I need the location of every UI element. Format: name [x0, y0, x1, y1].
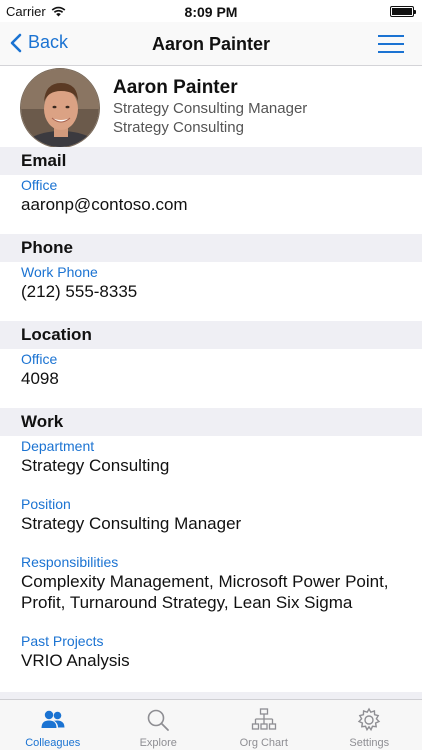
- status-bar: Carrier 8:09 PM: [0, 0, 422, 22]
- location-label: Office: [21, 351, 58, 367]
- status-time: 8:09 PM: [184, 4, 238, 20]
- responsibilities-line-1: Complexity Management, Microsoft Power P…: [21, 572, 389, 591]
- navigation-bar: Back Aaron Painter: [0, 22, 422, 66]
- section-header-phone: Phone: [0, 234, 422, 262]
- past-projects-value: VRIO Analysis: [21, 651, 130, 670]
- department-value: Strategy Consulting: [21, 456, 170, 475]
- search-icon: [147, 709, 170, 731]
- tab-colleagues[interactable]: Colleagues: [0, 700, 106, 750]
- email-value[interactable]: aaronp@contoso.com: [21, 194, 188, 215]
- profile-name: Aaron Painter: [113, 77, 238, 98]
- tab-label: Explore: [139, 737, 177, 749]
- position-label: Position: [21, 496, 71, 512]
- responsibilities-label: Responsibilities: [21, 554, 119, 570]
- org-chart-icon: [251, 708, 276, 730]
- past-projects-label: Past Projects: [21, 633, 104, 649]
- tab-label: Org Chart: [239, 737, 288, 749]
- profile-job-title: Strategy Consulting Manager: [113, 100, 308, 117]
- tab-label: Colleagues: [25, 737, 81, 749]
- menu-icon-bar: [378, 51, 404, 53]
- phone-label: Work Phone: [21, 264, 98, 280]
- gear-icon: [358, 707, 381, 732]
- tab-org-chart[interactable]: Org Chart: [211, 700, 317, 750]
- battery-icon: [390, 6, 416, 17]
- department-label: Department: [21, 438, 95, 454]
- avatar-photo: [21, 69, 99, 147]
- menu-icon: [378, 35, 404, 37]
- tab-explore[interactable]: Explore: [106, 700, 212, 750]
- responsibilities-line-2: Profit, Turnaround Strategy, Lean Six Si…: [21, 593, 353, 612]
- phone-value[interactable]: (212) 555-8335: [21, 281, 137, 302]
- location-value: 4098: [21, 369, 59, 388]
- profile-header: Aaron Painter Strategy Consulting Manage…: [0, 66, 422, 148]
- tab-bar: Colleagues Explore Org Chart Settings: [0, 699, 422, 750]
- position-value: Strategy Consulting Manager: [21, 514, 242, 533]
- section-header-location: Location: [0, 321, 422, 349]
- profile-department: Strategy Consulting: [113, 119, 244, 136]
- tab-label: Settings: [349, 737, 390, 749]
- page-title: Aaron Painter: [151, 34, 271, 54]
- tab-settings[interactable]: Settings: [317, 700, 422, 750]
- section-header-work: Work: [0, 408, 422, 436]
- people-icon: [41, 710, 65, 728]
- avatar: [20, 68, 100, 148]
- section-header-email: Email: [0, 147, 422, 175]
- email-label: Office: [21, 177, 58, 193]
- menu-button[interactable]: [378, 35, 404, 53]
- menu-icon-bar: [378, 43, 404, 45]
